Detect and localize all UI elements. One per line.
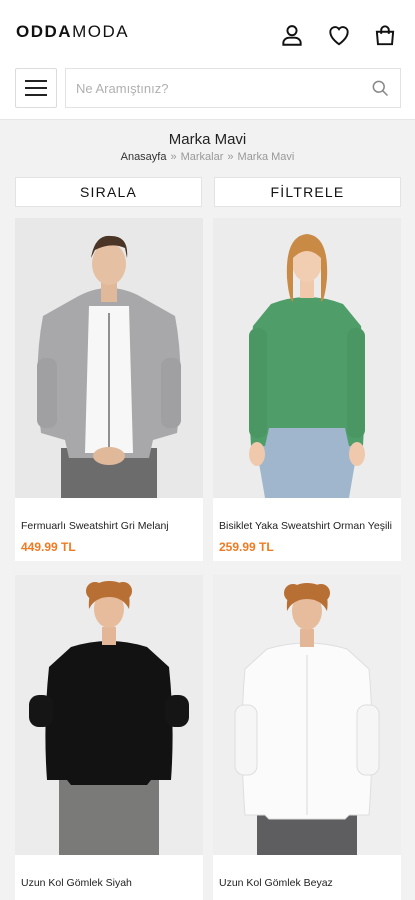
search-bar <box>65 68 401 108</box>
product-price: 259.99 TL <box>219 540 274 554</box>
search-input[interactable] <box>66 69 356 107</box>
breadcrumb-separator: » <box>227 151 234 163</box>
product-card[interactable]: Bisiklet Yaka Sweatshirt Orman Yeşili 25… <box>213 218 401 561</box>
brand-logo[interactable]: ODDAMODA <box>16 22 129 42</box>
product-image[interactable] <box>213 218 401 498</box>
product-name[interactable]: Fermuarlı Sweatshirt Gri Melanj <box>21 520 199 532</box>
breadcrumb: Anasayfa» Markalar» Marka Mavi <box>0 151 415 163</box>
product-name[interactable]: Uzun Kol Gömlek Beyaz <box>219 877 397 889</box>
user-icon[interactable] <box>277 20 307 50</box>
breadcrumb-brands[interactable]: Markalar <box>181 151 224 163</box>
filter-button[interactable]: FİLTRELE <box>214 177 401 207</box>
heart-icon[interactable] <box>324 20 354 50</box>
breadcrumb-home[interactable]: Anasayfa <box>121 151 167 163</box>
brand-logo-light: MODA <box>72 22 130 41</box>
product-name[interactable]: Uzun Kol Gömlek Siyah <box>21 877 199 889</box>
product-image[interactable] <box>213 575 401 855</box>
product-card[interactable]: Uzun Kol Gömlek Beyaz <box>213 575 401 900</box>
brand-logo-bold: ODDA <box>16 22 73 41</box>
breadcrumb-separator: » <box>170 151 177 163</box>
shopping-bag-icon[interactable] <box>370 20 400 50</box>
search-icon[interactable] <box>370 78 390 98</box>
breadcrumb-current: Marka Mavi <box>237 151 295 163</box>
product-image[interactable] <box>15 575 203 855</box>
hamburger-icon <box>25 80 47 96</box>
product-card[interactable]: Fermuarlı Sweatshirt Gri Melanj 449.99 T… <box>15 218 203 561</box>
app-header: ODDAMODA <box>0 0 415 120</box>
product-name[interactable]: Bisiklet Yaka Sweatshirt Orman Yeşili <box>219 520 397 532</box>
page-title: Marka Mavi <box>168 131 247 148</box>
product-card[interactable]: Uzun Kol Gömlek Siyah <box>15 575 203 900</box>
product-price: 449.99 TL <box>21 540 76 554</box>
menu-button[interactable] <box>15 68 57 108</box>
sort-button[interactable]: SIRALA <box>15 177 202 207</box>
product-image[interactable] <box>15 218 203 498</box>
